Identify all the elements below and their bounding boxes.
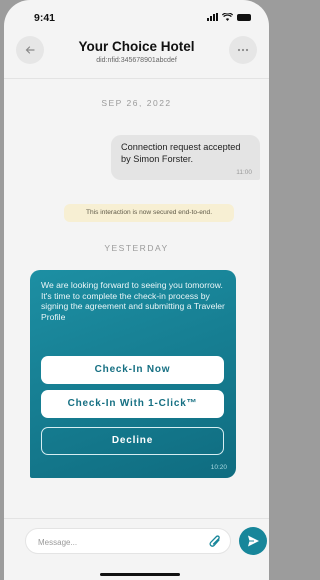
more-options-button[interactable]: [229, 36, 257, 64]
send-icon: [248, 535, 259, 547]
battery-icon: [237, 14, 251, 21]
status-time: 9:41: [34, 12, 56, 24]
message-time: 11:00: [236, 169, 252, 176]
date-separator: YESTERDAY: [104, 243, 169, 253]
phone-screen: 9:41 Your Choice Hotel did:nfid:34567890…: [4, 0, 269, 580]
message-text: Connection request accepted by Simon For…: [121, 142, 241, 164]
contact-did: did:nfid:345678901abcdef: [96, 57, 177, 64]
message-input[interactable]: [38, 535, 198, 549]
chat-header: Your Choice Hotel did:nfid:345678901abcd…: [4, 30, 269, 79]
system-icons: [207, 13, 251, 21]
composer-divider: [4, 518, 269, 519]
check-in-1click-button[interactable]: Check-In With 1-Click™: [41, 390, 224, 418]
home-indicator: [100, 573, 180, 576]
wifi-icon: [222, 13, 233, 21]
check-in-now-button[interactable]: Check-In Now: [41, 356, 224, 384]
outgoing-message: Connection request accepted by Simon For…: [111, 135, 260, 180]
secure-notice: This interaction is now secured end-to-e…: [64, 204, 234, 222]
header-divider: [4, 78, 269, 79]
status-bar: 9:41: [4, 0, 269, 28]
more-dots-icon: [237, 48, 249, 52]
send-button[interactable]: [239, 527, 267, 555]
signal-icon: [207, 13, 218, 21]
message-composer: [25, 528, 231, 554]
message-text: We are looking forward to seeing you tom…: [41, 280, 225, 322]
paperclip-icon[interactable]: [208, 534, 222, 550]
message-time: 10:20: [210, 464, 227, 471]
date-separator: SEP 26, 2022: [101, 98, 172, 108]
incoming-message: We are looking forward to seeing you tom…: [30, 270, 236, 478]
decline-button[interactable]: Decline: [41, 427, 224, 455]
